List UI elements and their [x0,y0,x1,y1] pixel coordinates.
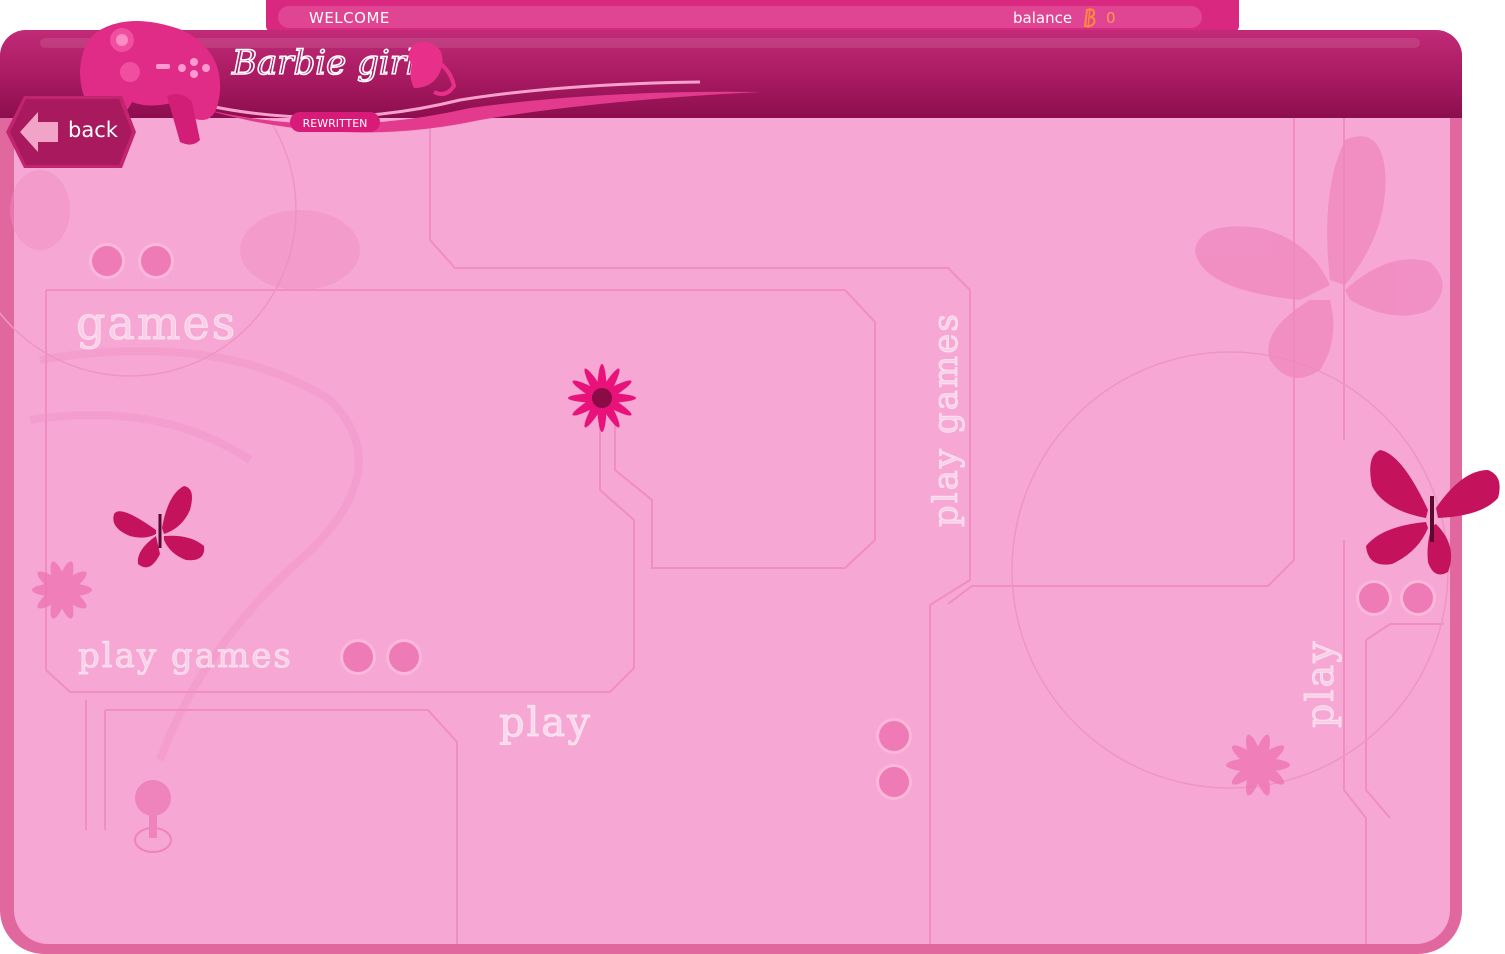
butterfly-icon [113,486,205,568]
back-button[interactable] [4,94,138,170]
logo-brand-text: Barbie girls [231,43,434,83]
pink-flower-icon [568,364,636,432]
butterfly-large-icon [1366,450,1500,575]
logo-subtitle: REWRITTEN [303,117,368,130]
barbie-girls-logo: Barbie girls REWRITTEN [230,42,457,132]
